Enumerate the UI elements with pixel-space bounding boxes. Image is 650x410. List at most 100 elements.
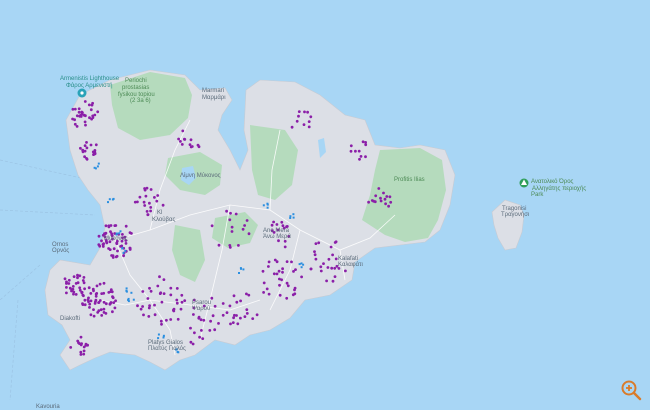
poi-dot[interactable] (147, 315, 151, 318)
poi-dot[interactable] (74, 293, 78, 296)
transit-dot[interactable] (115, 232, 118, 235)
transit-dot[interactable] (298, 263, 301, 266)
poi-dot[interactable] (272, 272, 276, 276)
poi-dot[interactable] (65, 291, 68, 295)
poi-dot[interactable] (142, 200, 146, 204)
poi-dot[interactable] (169, 293, 173, 297)
transit-dot[interactable] (242, 268, 245, 271)
poi-dot[interactable] (160, 300, 164, 304)
poi-dot[interactable] (192, 313, 195, 316)
poi-dot[interactable] (285, 296, 289, 300)
poi-dot[interactable] (149, 188, 153, 191)
transit-dot[interactable] (162, 336, 165, 339)
poi-dot[interactable] (199, 318, 203, 322)
poi-dot[interactable] (291, 293, 295, 297)
poi-dot[interactable] (82, 352, 86, 356)
poi-dot[interactable] (71, 285, 75, 288)
transit-dot[interactable] (108, 198, 111, 201)
poi-dot[interactable] (83, 100, 87, 103)
transit-dot[interactable] (266, 206, 269, 209)
poi-dot[interactable] (87, 103, 91, 107)
poi-dot[interactable] (83, 298, 87, 302)
poi-dot[interactable] (189, 340, 193, 344)
poi-dot[interactable] (236, 322, 240, 326)
poi-dot[interactable] (79, 146, 82, 150)
poi-dot[interactable] (278, 283, 281, 287)
poi-dot[interactable] (188, 143, 192, 147)
poi-dot[interactable] (84, 123, 87, 127)
poi-dot[interactable] (145, 210, 149, 213)
poi-dot[interactable] (177, 137, 181, 141)
poi-dot[interactable] (314, 242, 318, 246)
poi-dot[interactable] (153, 196, 156, 199)
poi-dot[interactable] (146, 213, 150, 217)
poi-dot[interactable] (87, 286, 91, 290)
poi-dot[interactable] (79, 350, 83, 354)
poi-dot[interactable] (109, 290, 113, 293)
poi-dot[interactable] (198, 335, 202, 339)
poi-dot[interactable] (67, 278, 71, 282)
poi-dot[interactable] (147, 306, 151, 310)
poi-dot[interactable] (96, 110, 100, 114)
poi-dot[interactable] (122, 254, 125, 258)
transit-dot[interactable] (302, 263, 305, 266)
poi-dot[interactable] (225, 209, 229, 213)
poi-dot[interactable] (367, 200, 370, 204)
poi-dot[interactable] (179, 140, 182, 143)
poi-dot[interactable] (221, 313, 225, 317)
poi-dot[interactable] (213, 304, 217, 308)
poi-dot[interactable] (85, 141, 88, 144)
poi-dot[interactable] (144, 194, 148, 198)
poi-dot[interactable] (326, 266, 330, 269)
poi-dot[interactable] (79, 353, 83, 356)
poi-dot[interactable] (228, 304, 232, 308)
poi-dot[interactable] (111, 295, 114, 299)
poi-dot[interactable] (102, 281, 106, 285)
poi-dot[interactable] (155, 199, 159, 203)
transit-dot[interactable] (157, 333, 160, 336)
poi-dot[interactable] (267, 292, 271, 296)
poi-dot[interactable] (364, 141, 367, 144)
poi-dot[interactable] (189, 138, 193, 142)
poi-dot[interactable] (275, 272, 279, 276)
poi-dot[interactable] (285, 260, 289, 263)
poi-dot[interactable] (138, 195, 142, 199)
poi-dot[interactable] (145, 186, 149, 190)
poi-dot[interactable] (283, 239, 287, 243)
poi-dot[interactable] (94, 143, 98, 147)
poi-dot[interactable] (81, 302, 84, 306)
poi-dot[interactable] (294, 268, 297, 271)
poi-dot[interactable] (82, 349, 86, 353)
poi-dot[interactable] (211, 314, 215, 318)
poi-dot[interactable] (359, 155, 363, 158)
transit-dot[interactable] (239, 267, 242, 270)
poi-dot[interactable] (73, 118, 76, 122)
poi-dot[interactable] (83, 149, 87, 153)
poi-dot[interactable] (88, 306, 91, 309)
poi-dot[interactable] (116, 249, 119, 253)
poi-dot[interactable] (237, 244, 240, 247)
poi-dot[interactable] (295, 119, 299, 123)
poi-dot[interactable] (73, 107, 77, 111)
poi-dot[interactable] (109, 224, 113, 227)
poi-dot[interactable] (78, 274, 82, 278)
poi-dot[interactable] (245, 312, 249, 315)
poi-dot[interactable] (88, 302, 92, 306)
poi-dot[interactable] (364, 155, 367, 159)
poi-dot[interactable] (217, 322, 220, 325)
poi-dot[interactable] (89, 108, 93, 112)
poi-dot[interactable] (232, 316, 236, 320)
poi-dot[interactable] (89, 292, 93, 295)
poi-dot[interactable] (210, 224, 214, 228)
poi-dot[interactable] (243, 224, 247, 227)
poi-dot[interactable] (76, 339, 80, 343)
poi-dot[interactable] (97, 243, 101, 247)
poi-dot[interactable] (97, 309, 101, 313)
poi-dot[interactable] (277, 269, 281, 273)
poi-dot[interactable] (322, 262, 325, 265)
poi-dot[interactable] (95, 284, 99, 288)
transit-dot[interactable] (125, 287, 128, 290)
transit-dot[interactable] (118, 232, 121, 235)
transit-dot[interactable] (125, 290, 128, 293)
poi-dot[interactable] (65, 282, 68, 285)
